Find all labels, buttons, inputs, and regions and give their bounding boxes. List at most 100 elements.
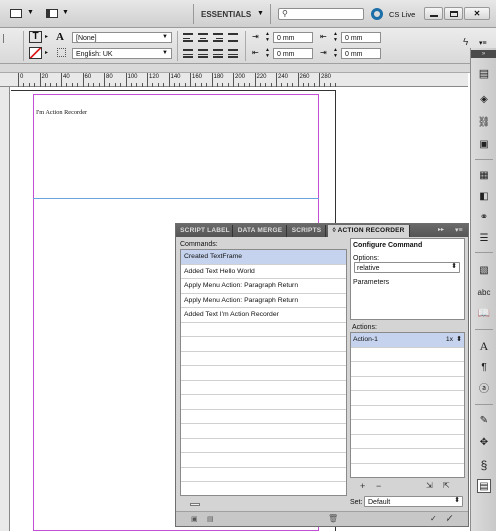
command-row[interactable]: Added Text Hello World bbox=[181, 265, 346, 279]
align-towards-spine-icon[interactable] bbox=[228, 33, 238, 42]
text-wrap-icon[interactable]: ▧ bbox=[477, 264, 491, 278]
list-scroll-handle[interactable] bbox=[190, 503, 200, 506]
command-row[interactable] bbox=[181, 482, 346, 495]
command-row[interactable] bbox=[181, 337, 346, 352]
search-input[interactable]: ⚲ bbox=[278, 8, 364, 20]
chevron-right-icon[interactable]: ▸ bbox=[45, 49, 48, 56]
command-row[interactable] bbox=[181, 352, 346, 366]
command-row[interactable] bbox=[181, 381, 346, 395]
command-row[interactable] bbox=[181, 453, 346, 468]
record-icon[interactable]: ▣ bbox=[191, 515, 198, 523]
commands-list[interactable]: Created TextFrame Added Text Hello World A… bbox=[180, 249, 347, 496]
collapse-dock-icon[interactable]: » bbox=[471, 50, 496, 58]
panel-menu-icon[interactable]: ▾≡ bbox=[455, 226, 463, 234]
command-row[interactable] bbox=[181, 424, 346, 439]
action-row[interactable]: Action-1 1x ⬍ bbox=[351, 333, 464, 348]
command-row[interactable] bbox=[181, 468, 346, 482]
stroke-icon[interactable]: ▣ bbox=[477, 138, 491, 152]
justify-right-icon[interactable] bbox=[213, 49, 223, 58]
minimize-button[interactable] bbox=[424, 7, 443, 20]
right-indent-field[interactable]: 0 mm bbox=[341, 32, 381, 43]
cs-live-icon[interactable] bbox=[371, 8, 383, 20]
command-row[interactable] bbox=[181, 366, 346, 381]
action-row[interactable] bbox=[351, 391, 464, 406]
color-icon[interactable]: ◧ bbox=[477, 190, 491, 204]
command-row[interactable]: Apply Menu Action: Paragraph Return bbox=[181, 279, 346, 294]
command-row[interactable]: Added Text I'm Action Recorder bbox=[181, 308, 346, 323]
align-left-icon[interactable] bbox=[183, 33, 193, 42]
command-row[interactable] bbox=[181, 395, 346, 410]
action-row[interactable] bbox=[351, 348, 464, 362]
cs-live-label[interactable]: CS Live bbox=[389, 10, 415, 19]
layers-icon[interactable]: ◈ bbox=[477, 93, 491, 107]
paragraph-styles-icon[interactable]: ¶ bbox=[477, 361, 491, 375]
swatches-icon[interactable]: ▦ bbox=[477, 169, 491, 183]
script-label-icon[interactable]: § bbox=[477, 458, 491, 472]
stepper-icon[interactable]: ▲ ▼ bbox=[333, 31, 338, 43]
apply-all-check-icon[interactable]: ✓̸ bbox=[446, 514, 453, 523]
scripts-icon[interactable]: ✎ bbox=[477, 414, 491, 428]
align-center-icon[interactable] bbox=[198, 33, 208, 42]
effects-icon[interactable]: ⚭ bbox=[477, 211, 491, 225]
stroke-none-icon[interactable] bbox=[29, 47, 42, 59]
stepper-icon[interactable]: ▲ ▼ bbox=[333, 47, 338, 59]
links-icon[interactable]: ⛓ bbox=[477, 116, 491, 130]
data-merge-icon[interactable]: ✥ bbox=[477, 436, 491, 450]
up-down-arrows-icon[interactable]: ⬍ bbox=[456, 333, 462, 347]
text-frame-content[interactable]: I'm Action Recorder bbox=[36, 108, 87, 117]
chevron-down-icon[interactable]: ▼ bbox=[257, 10, 264, 17]
tab-script-label[interactable]: SCRIPT LABEL bbox=[178, 225, 233, 237]
tab-action-recorder[interactable]: ◊ ACTION RECORDER bbox=[328, 225, 410, 237]
add-action-icon[interactable]: + bbox=[360, 481, 365, 491]
tab-data-merge[interactable]: DATA MERGE bbox=[234, 225, 287, 237]
workspace-switcher[interactable]: ESSENTIALS bbox=[201, 10, 251, 19]
justify-center-icon[interactable] bbox=[198, 49, 208, 58]
import-icon[interactable]: ⇲ bbox=[426, 481, 433, 490]
action-row[interactable] bbox=[351, 420, 464, 435]
command-row[interactable]: Apply Menu Action: Paragraph Return bbox=[181, 294, 346, 308]
action-row[interactable] bbox=[351, 377, 464, 391]
pages-icon[interactable]: ▤ bbox=[477, 67, 491, 81]
collapse-panel-icon[interactable]: ▸▸ bbox=[438, 226, 444, 233]
command-row[interactable] bbox=[181, 410, 346, 424]
set-select[interactable]: Default ⬍ bbox=[364, 496, 463, 507]
gradient-icon[interactable]: ☰ bbox=[477, 232, 491, 246]
first-line-indent-field[interactable]: 0 mm bbox=[273, 48, 313, 59]
options-select[interactable]: relative ⬍ bbox=[354, 262, 460, 273]
action-recorder-icon[interactable]: ▤ bbox=[477, 479, 491, 493]
left-indent-field[interactable]: 0 mm bbox=[273, 32, 313, 43]
hyperlinks-icon[interactable]: abc bbox=[477, 286, 491, 300]
chevron-down-icon[interactable]: ▼ bbox=[62, 9, 69, 16]
action-row[interactable] bbox=[351, 406, 464, 420]
stepper-icon[interactable]: ▲ ▼ bbox=[265, 31, 270, 43]
actions-list[interactable]: Action-1 1x ⬍ bbox=[350, 332, 465, 478]
horizontal-ruler[interactable]: 0 20 40 60 80 100 120 140 160 180 200 220 240 260 280 bbox=[0, 73, 468, 87]
type-icon[interactable]: A bbox=[477, 339, 491, 353]
close-button[interactable]: ✕ bbox=[464, 7, 490, 20]
book-icon[interactable]: 📖 bbox=[477, 307, 491, 321]
command-row[interactable] bbox=[181, 323, 346, 337]
play-icon[interactable]: ▤ bbox=[207, 515, 214, 523]
align-right-icon[interactable] bbox=[213, 33, 223, 42]
chevron-right-icon[interactable]: ▸ bbox=[45, 33, 48, 40]
vertical-ruler[interactable] bbox=[0, 87, 10, 531]
character-style-select[interactable]: [None] ▼ bbox=[72, 32, 172, 43]
chevron-down-icon[interactable]: ▼ bbox=[27, 9, 34, 16]
justify-all-icon[interactable] bbox=[228, 49, 238, 58]
command-row[interactable] bbox=[181, 439, 346, 453]
action-row[interactable] bbox=[351, 464, 464, 478]
panel-grip[interactable] bbox=[3, 34, 8, 43]
view-options-icon[interactable] bbox=[10, 9, 22, 18]
screen-mode-icon[interactable] bbox=[46, 9, 58, 18]
export-icon[interactable]: ⇱ bbox=[443, 481, 450, 490]
text-fill-icon[interactable]: T bbox=[29, 31, 42, 43]
action-row[interactable] bbox=[351, 435, 464, 449]
command-row[interactable]: Created TextFrame bbox=[181, 250, 346, 265]
delete-icon[interactable]: 🗑 bbox=[328, 514, 338, 523]
maximize-button[interactable] bbox=[444, 7, 463, 20]
remove-action-icon[interactable]: − bbox=[376, 481, 381, 491]
panel-menu-icon[interactable]: ▾≡ bbox=[479, 39, 487, 47]
language-select[interactable]: English: UK ▼ bbox=[72, 48, 172, 59]
last-line-indent-field[interactable]: 0 mm bbox=[341, 48, 381, 59]
apply-check-icon[interactable]: ✓ bbox=[430, 514, 437, 523]
